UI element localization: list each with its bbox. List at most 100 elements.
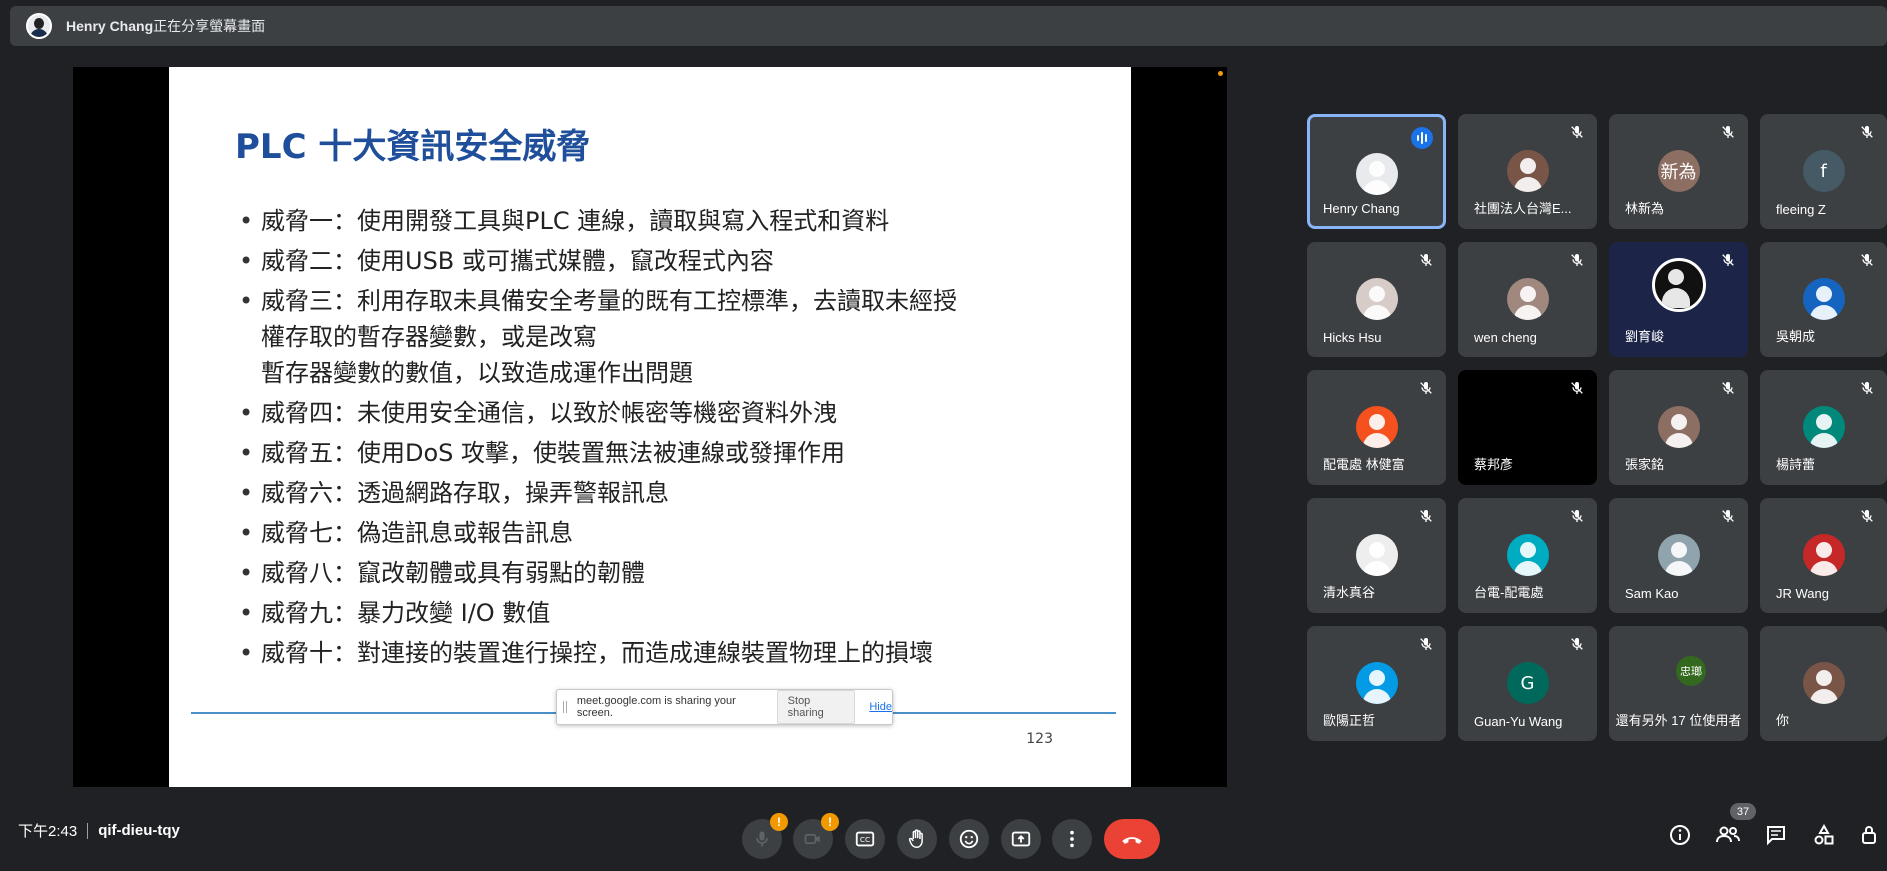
presenter-avatar [26,13,52,39]
activities-icon [1814,823,1834,845]
chat-button[interactable] [1761,820,1791,850]
participant-tile[interactable]: 忠瑯 還有另外 17 位使用者 [1609,626,1748,741]
bullet-item: 威脅二：使用USB 或可攜式媒體，竄改程式內容 [239,243,1099,279]
drag-handle-icon[interactable] [563,701,567,713]
bullet-text-cont: 暫存器變數的數值，以致造成運作出問題 [261,359,693,387]
mic-muted-icon [1720,380,1736,396]
bullet-text: 威脅六：透過網路存取，操弄警報訊息 [261,479,669,507]
participant-name: Sam Kao [1625,586,1679,601]
meeting-time: 下午2:43 [18,823,78,840]
people-button[interactable] [1713,820,1743,850]
meeting-details-button[interactable] [1665,820,1695,850]
raise-hand-icon [908,829,923,848]
participant-tile[interactable]: Henry Chang [1307,114,1446,229]
people-icon [1716,826,1740,843]
mic-muted-icon [1418,508,1434,524]
participant-tile[interactable]: f fleeing Z [1760,114,1887,229]
bullet-item: 威脅九：暴力改變 I/O 數值 [239,595,1099,631]
screen-share-notification: meet.google.com is sharing your screen. … [556,689,893,725]
participant-avatar [1355,406,1398,448]
bullet-item: 威脅八：竄改韌體或具有弱點的韌體 [239,555,1099,591]
participant-tile[interactable]: 歐陽正哲 [1307,626,1446,741]
chat-icon [1767,826,1785,846]
participant-avatar [1657,406,1700,448]
participant-avatar [1802,662,1845,704]
recording-dot [1218,71,1223,76]
participant-avatar [1651,258,1706,312]
participant-avatar [1657,534,1700,576]
participant-name: 楊詩蕾 [1776,457,1816,472]
present-button[interactable] [1001,819,1041,859]
participant-tile[interactable]: 吳朝成 [1760,242,1887,357]
bullet-text-cont: 權存取的暫存器變數，或是改寫 [261,323,597,351]
svg-text:CC: CC [860,835,870,844]
participant-tile[interactable]: Sam Kao [1609,498,1748,613]
participant-tile[interactable]: Hicks Hsu [1307,242,1446,357]
participant-tile[interactable]: wen cheng [1458,242,1597,357]
participant-tile[interactable]: 台電-配電處 [1458,498,1597,613]
participant-avatar: 忠瑯 [1676,656,1706,686]
mic-muted-icon [1569,124,1585,140]
camera-off-icon [804,834,820,844]
captions-button[interactable]: CC [845,819,885,859]
participant-name: 蔡邦彥 [1474,457,1514,472]
participant-tile[interactable]: 清水真谷 [1307,498,1446,613]
participant-tile[interactable]: 配電處 林健富 [1307,370,1446,485]
present-screen-icon [1011,831,1031,847]
participant-name: 你 [1776,713,1790,728]
sharing-status: 正在分享螢幕畫面 [153,18,266,34]
shared-screen[interactable]: PLC 十大資訊安全威脅 威脅一：使用開發工具與PLC 連線，讀取與寫入程式和資… [73,67,1227,787]
participant-avatar [1355,153,1398,195]
mic-muted-icon [1859,124,1875,140]
raise-hand-button[interactable] [897,819,937,859]
participant-tile[interactable]: G Guan-Yu Wang [1458,626,1597,741]
participant-name: 社團法人台灣E... [1474,201,1572,216]
end-call-button[interactable] [1104,819,1160,859]
activities-button[interactable] [1809,820,1839,850]
mic-muted-icon [1720,124,1736,140]
mic-muted-icon [1418,636,1434,652]
participant-count-badge: 37 [1730,803,1756,820]
participant-name: Hicks Hsu [1323,330,1382,345]
participant-avatar [1506,278,1549,320]
bullet-item: 威脅十：對連接的裝置進行操控，而造成連線裝置物理上的損壞 [239,635,1099,671]
stop-sharing-button[interactable]: Stop sharing [776,690,856,724]
camera-warning-badge: ! [821,813,839,831]
divider [87,822,89,839]
presenter-name: Henry Chang [66,18,154,34]
share-message: meet.google.com is sharing your screen. [576,695,736,719]
mic-muted-icon [1859,380,1875,396]
hide-link[interactable]: Hide [869,701,892,713]
meeting-code: qif-dieu-tqy [98,822,180,839]
participant-tile[interactable]: JR Wang [1760,498,1887,613]
bullet-item: 威脅一：使用開發工具與PLC 連線，讀取與寫入程式和資料 [239,203,1099,239]
participant-tile[interactable]: 新為 林新為 [1609,114,1748,229]
mic-button[interactable]: ! [742,813,788,859]
mic-off-icon [756,831,768,847]
participant-avatar [1355,278,1398,320]
participant-tile[interactable]: 你 [1760,626,1887,741]
participant-avatar: G [1506,662,1549,704]
mic-muted-icon [1859,508,1875,524]
participant-tile[interactable]: 社團法人台灣E... [1458,114,1597,229]
participant-name: 台電-配電處 [1474,585,1544,600]
emoji-button[interactable] [949,819,989,859]
bullet-item: 威脅七：偽造訊息或報告訊息 [239,515,1099,551]
participant-tile[interactable]: 劉育峻 [1609,242,1748,357]
participant-tile[interactable]: 張家銘 [1609,370,1748,485]
camera-button[interactable]: ! [793,813,839,859]
participant-tile[interactable]: 楊詩蕾 [1760,370,1887,485]
bullet-text: 威脅十：對連接的裝置進行操控，而造成連線裝置物理上的損壞 [261,639,933,667]
slide-page-number: 123 [1026,731,1053,747]
bullet-text: 威脅一：使用開發工具與PLC 連線，讀取與寫入程式和資料 [261,207,890,235]
participant-name: 配電處 林健富 [1323,457,1405,472]
captions-icon: CC [855,831,875,847]
host-controls-button[interactable] [1855,820,1885,850]
participant-name: 吳朝成 [1776,329,1816,344]
lock-person-icon [1862,826,1876,844]
bullet-text: 威脅九：暴力改變 I/O 數值 [261,599,551,627]
more-options-button[interactable] [1052,819,1092,859]
participant-tile[interactable]: 蔡邦彥 [1458,370,1597,485]
bullet-text: 威脅八：竄改韌體或具有弱點的韌體 [261,559,645,587]
end-call-icon [1122,837,1142,844]
